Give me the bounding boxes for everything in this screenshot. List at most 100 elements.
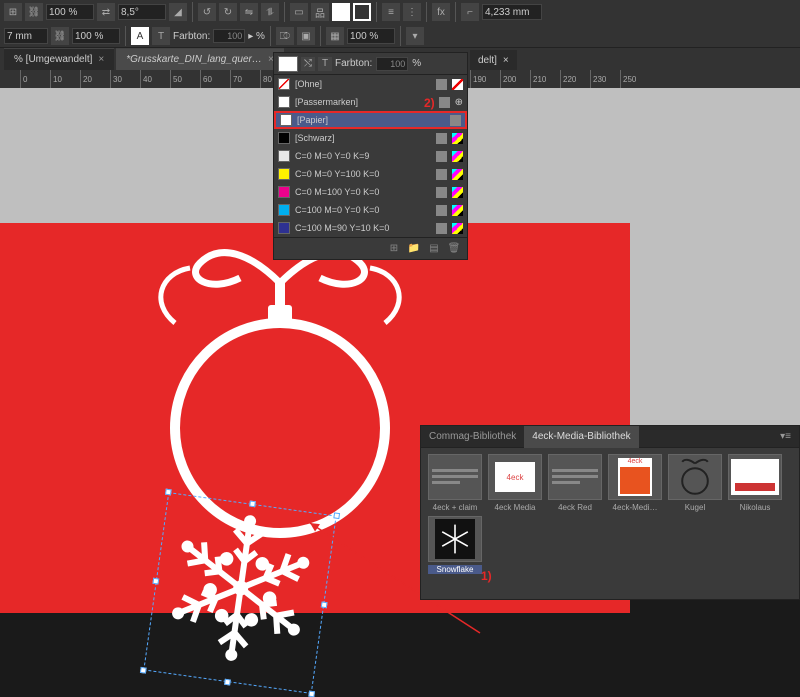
rotate-cw-icon[interactable]: ↻ xyxy=(219,3,237,21)
swatch-type-icon xyxy=(436,169,447,180)
swatch-row[interactable]: C=0 M=100 Y=0 K=0 xyxy=(274,183,467,201)
snowflake-selection[interactable] xyxy=(143,492,336,694)
resize-handle[interactable] xyxy=(308,691,315,697)
linked-icon[interactable]: ⛓ xyxy=(25,3,43,21)
ruler-tick: 190 xyxy=(470,70,500,88)
swatch-name: C=100 M=90 Y=10 K=0 xyxy=(295,223,431,233)
swatch-row[interactable]: [Passermarken]⊕ xyxy=(274,93,467,111)
swap-fill-stroke-icon[interactable]: ⤭ xyxy=(301,57,315,71)
library-item[interactable]: 4eck Red xyxy=(547,454,603,512)
swatch-row[interactable]: [Ohne] xyxy=(274,75,467,93)
arrange-icon[interactable]: 品 xyxy=(311,3,329,21)
rotate-ccw-icon[interactable]: ↺ xyxy=(198,3,216,21)
library-item[interactable]: Kugel xyxy=(667,454,723,512)
width-input[interactable] xyxy=(46,4,94,20)
resize-handle[interactable] xyxy=(140,667,147,674)
cmyk-icon xyxy=(452,223,463,234)
farbton-label: Farbton: xyxy=(173,31,210,42)
library-thumbnail xyxy=(728,454,782,500)
swatch-name: C=0 M=100 Y=0 K=0 xyxy=(295,187,431,197)
align-icon[interactable]: ≡ xyxy=(382,3,400,21)
swatches-panel: ⤭ T Farbton: % [Ohne][Passermarken]⊕[Pap… xyxy=(273,52,468,260)
close-icon[interactable]: × xyxy=(503,55,509,66)
text-fill-icon[interactable]: A xyxy=(131,27,149,45)
tab-4eck[interactable]: 4eck-Media-Bibliothek xyxy=(524,426,638,448)
w-input[interactable] xyxy=(4,28,48,44)
select-container-icon[interactable]: ▭ xyxy=(290,3,308,21)
swatch-type-icon xyxy=(439,97,450,108)
text-t-icon[interactable]: T xyxy=(152,27,170,45)
textwrap-icon[interactable]: ▣ xyxy=(297,27,315,45)
farbton-input[interactable] xyxy=(213,29,245,43)
fill-proxy-icon[interactable] xyxy=(278,56,298,72)
swatch-view-icon[interactable]: ⊞ xyxy=(387,242,401,256)
swatch-type-icon xyxy=(436,79,447,90)
tab-commag[interactable]: Commag-Bibliothek xyxy=(421,426,524,448)
link-icon[interactable]: ⛓ xyxy=(51,27,69,45)
swatch-chip xyxy=(278,186,290,198)
ruler-tick: 40 xyxy=(140,70,170,88)
opacity-icon[interactable]: ▦ xyxy=(326,27,344,45)
library-item-label: Snowflake xyxy=(428,565,482,574)
ruler-tick: 60 xyxy=(200,70,230,88)
swatch-row[interactable]: [Papier] xyxy=(274,111,467,129)
new-swatch-icon[interactable]: ▤ xyxy=(427,242,441,256)
swatch-header: ⤭ T Farbton: % xyxy=(274,53,467,75)
ruler-tick: 10 xyxy=(50,70,80,88)
swap-icon[interactable]: ⇄ xyxy=(97,3,115,21)
swatch-chip xyxy=(278,150,290,162)
formatting-text-icon[interactable]: T xyxy=(318,57,332,71)
resize-handle[interactable] xyxy=(249,500,256,507)
tab-fragment[interactable]: delt] × xyxy=(470,50,517,70)
fx-icon[interactable]: fx xyxy=(432,3,450,21)
library-thumbnail: 4eck xyxy=(608,454,662,500)
extras-icon[interactable]: ▾ xyxy=(406,27,424,45)
corner-options-icon[interactable]: ⎄ xyxy=(276,27,294,45)
stroke-icon[interactable] xyxy=(353,3,371,21)
resize-handle[interactable] xyxy=(165,489,172,496)
cmyk-icon xyxy=(452,205,463,216)
swatch-name: C=100 M=0 Y=0 K=0 xyxy=(295,205,431,215)
hpct-input[interactable] xyxy=(72,28,120,44)
shear-icon[interactable]: ◢ xyxy=(169,3,187,21)
tab-umgewandelt[interactable]: % [Umgewandelt] × xyxy=(4,48,114,70)
trash-icon[interactable]: 🗑 xyxy=(447,242,461,256)
opacity-input[interactable] xyxy=(347,28,395,44)
library-item-label: Kugel xyxy=(668,503,722,512)
resize-handle[interactable] xyxy=(321,601,328,608)
panel-menu-icon[interactable]: ▾≡ xyxy=(772,426,799,448)
ruler-tick: 50 xyxy=(170,70,200,88)
flip-v-icon[interactable]: ⥮ xyxy=(261,3,279,21)
swatch-row[interactable]: C=0 M=0 Y=0 K=9 xyxy=(274,147,467,165)
resize-handle[interactable] xyxy=(224,679,231,686)
swatch-chip xyxy=(278,132,290,144)
distribute-icon[interactable]: ⋮ xyxy=(403,3,421,21)
swatch-row[interactable]: [Schwarz] xyxy=(274,129,467,147)
swatch-row[interactable]: C=0 M=0 Y=100 K=0 xyxy=(274,165,467,183)
cmyk-icon xyxy=(452,187,463,198)
swatch-chip xyxy=(280,114,292,126)
flip-h-icon[interactable]: ⇋ xyxy=(240,3,258,21)
close-icon[interactable]: × xyxy=(98,54,104,65)
corner-icon[interactable]: ⌐ xyxy=(461,3,479,21)
library-item[interactable]: 4eck4eck-Medi… xyxy=(607,454,663,512)
ruler-tick: 70 xyxy=(230,70,260,88)
library-item[interactable]: 4eck + claim xyxy=(427,454,483,512)
resize-handle[interactable] xyxy=(152,578,159,585)
new-folder-icon[interactable]: 📁 xyxy=(407,242,421,256)
library-item[interactable]: Nikolaus xyxy=(727,454,783,512)
resize-handle[interactable] xyxy=(333,512,340,519)
swatch-row[interactable]: C=100 M=90 Y=10 K=0 xyxy=(274,219,467,237)
tint-input[interactable] xyxy=(376,57,408,71)
fill-icon[interactable] xyxy=(332,3,350,21)
dim-input[interactable] xyxy=(482,4,542,20)
xy-icon[interactable]: ⊞ xyxy=(4,3,22,21)
swatch-chip xyxy=(278,168,290,180)
library-item[interactable]: 4eck4eck Media xyxy=(487,454,543,512)
tab-grusskarte[interactable]: *Grusskarte_DIN_lang_quer… × xyxy=(116,48,283,70)
library-item[interactable]: Snowflake xyxy=(427,516,483,574)
angle-input[interactable] xyxy=(118,4,166,20)
swatch-row[interactable]: C=100 M=0 Y=0 K=0 xyxy=(274,201,467,219)
top-toolbar: ⊞ ⛓ ⇄ ◢ ↺ ↻ ⇋ ⥮ ▭ 品 ≡ ⋮ fx ⌐ ⛓ A T Farbt… xyxy=(0,0,800,48)
cmyk-icon xyxy=(452,133,463,144)
